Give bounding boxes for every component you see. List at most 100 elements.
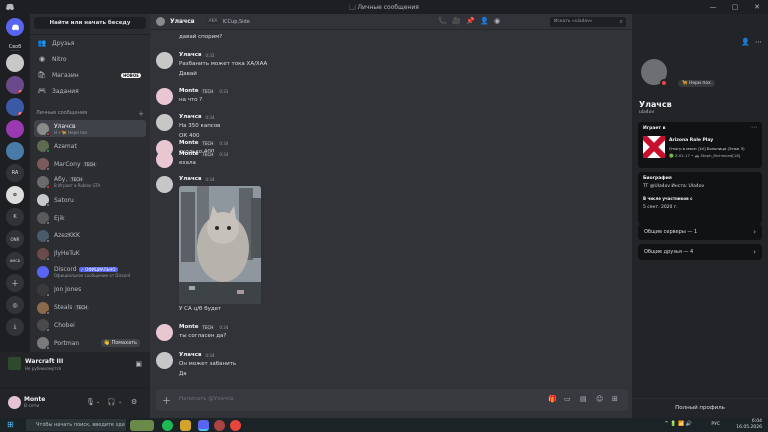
chevron-down-icon[interactable]: ⌄ [118,399,122,405]
user-panel: Monte В сети 🎙 ⌄ 🎧 ⌄ ⚙ [0,388,150,418]
dm-item[interactable]: Chobei [34,317,146,334]
server-icon[interactable] [6,120,24,138]
gear-icon[interactable]: ⚙ [131,398,137,406]
download-icon[interactable]: ⤓ [6,318,24,336]
server-icon[interactable]: K [6,208,24,226]
sidebar-item-friends[interactable]: 👥 Друзья [34,36,146,50]
video-icon[interactable]: 🎥 [452,17,461,25]
tray-icons[interactable]: ^ 🔋 📶 🔊 [664,421,692,427]
more-options-icon[interactable]: ⋯ [751,124,757,131]
sidebar-item-nitro[interactable]: ◉ Nitro [34,52,146,66]
avatar[interactable] [156,88,173,105]
clock[interactable]: 6:04 16.05.2026 [736,419,762,431]
server-icon[interactable]: 80 [6,98,24,116]
message-author[interactable]: Улачсв [179,52,202,58]
message-author[interactable]: Monte [179,151,199,157]
apps-icon[interactable]: ⊞ [612,395,618,403]
dm-text: JlyHeTuK [54,250,80,257]
message-composer[interactable]: ＋ Написать @Улачсв 🎁 ▭ ▤ ☺ ⊞ [156,389,628,411]
phone-icon[interactable]: 📞 [438,17,447,25]
dm-item[interactable]: Portman 👋 Помахать [34,335,146,352]
dm-home-button[interactable] [6,18,24,36]
avatar[interactable] [156,151,173,168]
activity-subtitle: Не рубикизмутся [25,366,62,371]
file-explorer-icon[interactable] [180,420,191,431]
message-author[interactable]: Monte [179,140,199,146]
maximize-icon[interactable]: ▢ [724,0,746,14]
taskbar-search-input[interactable]: Чтобы начать поиск, введите зде [26,419,126,431]
headphones-icon[interactable]: 🎧 [107,398,116,406]
chevron-down-icon[interactable]: ⌄ [96,399,100,405]
chrome-icon[interactable] [230,420,241,431]
gift-icon[interactable]: 🎁 [548,395,557,403]
sidebar-item-shop[interactable]: 🛍 Магазин НОВОЕ [34,68,146,82]
dm-item[interactable]: Satoru [34,192,146,209]
avatar[interactable] [156,352,173,369]
search-input[interactable]: Искать «ula4ov» ⌕ [550,17,626,27]
dm-item[interactable]: JlyHeTuK [34,245,146,262]
add-server-icon[interactable]: ＋ [6,274,24,292]
activity-card: Играет в ⋯ Arizona Role Play Отыгр в мэк… [638,122,762,168]
avatar[interactable] [156,52,173,69]
message-author[interactable]: Monte [179,88,199,94]
dm-item[interactable]: Улачсв Н • 🦮 Нери пох [34,120,146,137]
microphone-icon[interactable]: 🎙 [86,398,95,406]
server-tag: TECH [74,305,90,310]
wave-button[interactable]: 👋 Помахать [100,339,140,348]
mutual-servers-button[interactable]: Общие серверы — 1 › [638,224,762,240]
avatar[interactable] [156,176,173,193]
message-author[interactable]: Улачсв [179,114,202,120]
profile-icon[interactable]: ◉ [494,17,500,25]
mutual-friends-button[interactable]: Общие друзья — 4 › [638,244,762,260]
add-friend-icon[interactable]: 👤 [480,17,489,25]
add-friend-icon[interactable]: 👤 [741,38,750,46]
find-conversation-button[interactable]: Найти или начать беседу [34,17,146,29]
avatar [37,194,50,208]
dm-item[interactable]: Jon Jones [34,281,146,298]
message-author[interactable]: Улачсв [179,176,202,182]
dm-item[interactable]: Steals TECH [34,299,146,316]
dm-name: Абу, TECH [54,176,85,184]
dm-item[interactable]: Абу, TECH В Играет в Roblox GTA [34,174,146,191]
dm-item[interactable]: Azamat [34,138,146,155]
windows-start-icon[interactable]: ⊞ [7,420,14,429]
dm-item[interactable]: AzezKKK [34,227,146,244]
arizona-game-icon [643,136,665,158]
message-timestamp: 0:34 [219,140,229,146]
avatar[interactable] [156,114,173,131]
server-icon[interactable]: ONR [6,230,24,248]
pin-icon[interactable]: 📌 [466,17,475,25]
browser-icon[interactable] [214,420,225,431]
more-options-icon[interactable]: ⋯ [755,38,762,46]
language-indicator[interactable]: РУС [711,422,720,427]
gif-icon[interactable]: ▭ [564,395,571,403]
spotify-icon[interactable] [162,420,173,431]
dm-item[interactable]: Discord ✓ ОФИЦИАЛЬНО Официальное сообщение… [34,263,146,280]
message-author[interactable]: Улачсв [179,352,202,358]
avatar[interactable] [8,396,21,409]
activity-toggle-icon[interactable]: ▣ [135,360,142,368]
add-attachment-icon[interactable]: ＋ [162,394,171,407]
dm-item[interactable]: MarCony TECH [34,156,146,173]
discord-taskbar-icon[interactable] [198,420,209,431]
emoji-icon[interactable]: ☺ [596,395,603,403]
message-author[interactable]: Monte [179,324,199,330]
server-icon[interactable]: 18 [6,76,24,94]
full-profile-button[interactable]: Полный профиль [632,398,768,416]
sticker-icon[interactable]: ▤ [580,395,587,403]
server-icon[interactable]: ФНСБ [6,252,24,270]
attachment-image[interactable] [179,186,261,304]
dm-item[interactable]: Ejik [34,210,146,227]
server-icon[interactable]: ⊙ [6,186,24,204]
sidebar-item-quests[interactable]: 🎮 Задания [34,84,146,98]
close-icon[interactable]: ✕ [746,0,768,14]
server-icon[interactable] [6,142,24,160]
avatar[interactable] [156,324,173,341]
weather-icon[interactable] [130,420,154,431]
server-icon[interactable]: RA [6,164,24,182]
server-icon[interactable] [6,54,24,72]
avatar[interactable] [156,17,165,26]
add-dm-icon[interactable]: + [138,110,144,118]
discover-icon[interactable]: ◎ [6,296,24,314]
minimize-icon[interactable]: — [702,0,724,14]
